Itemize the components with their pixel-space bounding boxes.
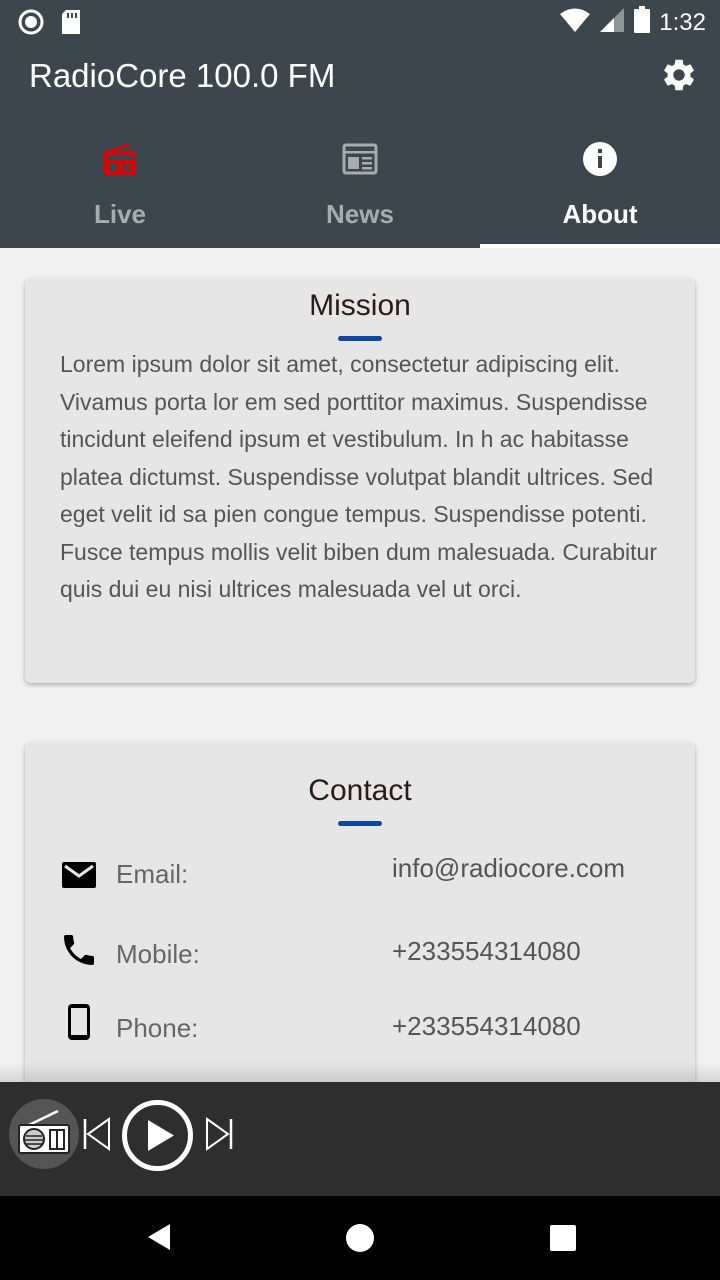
- radio-icon: [104, 143, 136, 175]
- app-title: RadioCore 100.0 FM: [29, 57, 336, 94]
- app-bar: RadioCore 100.0 FM Live News About: [0, 44, 720, 248]
- play-button[interactable]: [121, 1099, 194, 1172]
- info-icon: [583, 142, 617, 176]
- newspaper-icon: [342, 143, 378, 175]
- recent-apps-icon[interactable]: [549, 1224, 577, 1252]
- battery-icon: [633, 6, 651, 39]
- tab-bar: Live News About: [0, 132, 720, 248]
- tab-about[interactable]: About: [480, 132, 720, 248]
- contact-title: Contact: [308, 774, 412, 807]
- status-bar: 1:32: [0, 0, 720, 44]
- mission-title-underline: [338, 336, 382, 341]
- contact-row-email[interactable]: Email: info@radiocore.com: [25, 846, 695, 896]
- player-shadow: [0, 1062, 720, 1082]
- player-bar: [0, 1082, 720, 1196]
- phone-icon: [64, 935, 94, 965]
- email-label: Email:: [116, 859, 189, 889]
- tab-live[interactable]: Live: [0, 132, 240, 248]
- skip-previous-icon[interactable]: [83, 1117, 111, 1151]
- gear-icon: [664, 59, 694, 91]
- tab-live-label: Live: [93, 199, 147, 229]
- active-tab-indicator: [480, 244, 720, 248]
- mobile-value[interactable]: +233554314080: [392, 935, 581, 967]
- mission-text: Lorem ipsum dolor sit amet, consectetur …: [60, 351, 657, 602]
- tab-news[interactable]: News: [240, 132, 480, 248]
- settings-button[interactable]: [660, 56, 698, 94]
- mission-title: Mission: [309, 289, 411, 322]
- clock: 1:32: [659, 8, 706, 36]
- smartphone-icon: [68, 1004, 90, 1040]
- contact-card: Contact Email: info@radiocore.com Mobile…: [25, 742, 695, 1087]
- tab-about-label: About: [562, 199, 638, 229]
- home-icon[interactable]: [346, 1224, 374, 1252]
- signal-icon: [599, 7, 625, 38]
- contact-row-mobile[interactable]: Mobile: +233554314080: [25, 926, 695, 976]
- contact-title-underline: [338, 821, 382, 826]
- wifi-icon: [559, 7, 591, 38]
- mission-card: Mission Lorem ipsum dolor sit amet, cons…: [25, 278, 695, 683]
- mobile-label: Mobile:: [116, 939, 200, 969]
- phone-label: Phone:: [116, 1013, 199, 1043]
- station-thumbnail[interactable]: [9, 1099, 79, 1169]
- email-value[interactable]: info@radiocore.com: [392, 852, 625, 884]
- email-icon: [62, 862, 96, 888]
- contact-row-phone[interactable]: Phone: +233554314080: [25, 1000, 695, 1050]
- notification-dot-icon: [18, 9, 44, 40]
- back-icon[interactable]: [145, 1222, 173, 1252]
- vintage-radio-icon: [18, 1109, 70, 1154]
- tab-news-label: News: [326, 199, 394, 229]
- sd-card-icon: [60, 9, 82, 40]
- phone-value[interactable]: +233554314080: [392, 1010, 581, 1042]
- system-nav-bar: [0, 1196, 720, 1280]
- skip-next-icon[interactable]: [205, 1117, 233, 1151]
